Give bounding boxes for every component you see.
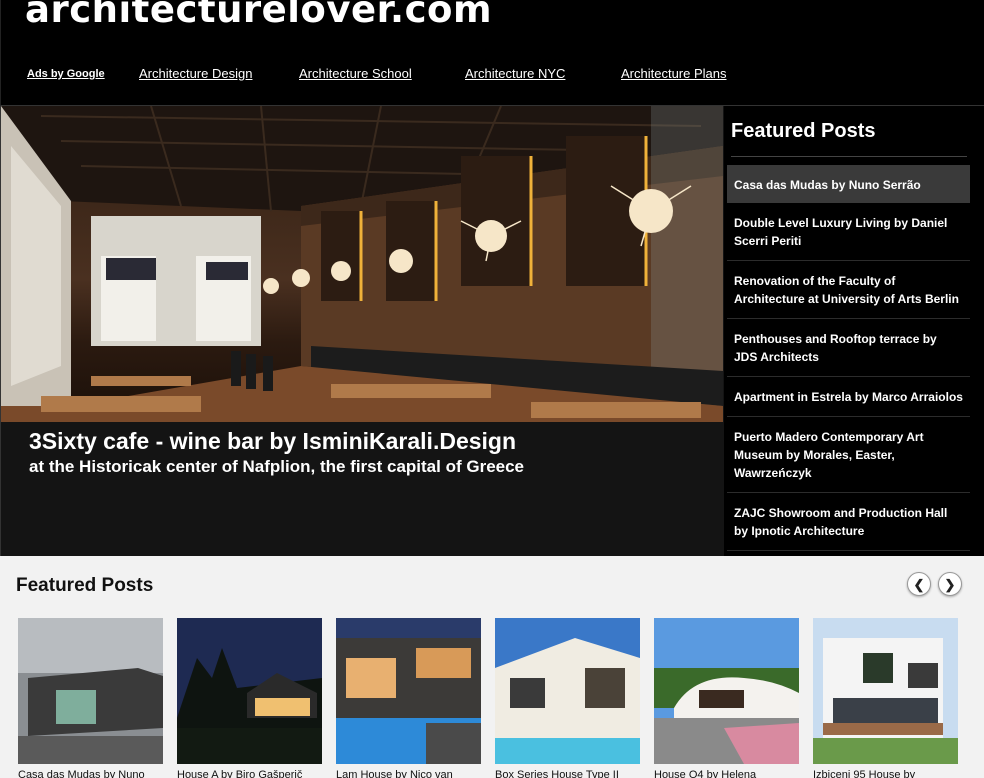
thumbnail-image[interactable] xyxy=(654,618,799,764)
sidebar-item-casa-das-mudas[interactable]: Casa das Mudas by Nuno Serrão xyxy=(727,165,970,203)
carousel-item[interactable]: House O4 by Helena xyxy=(654,618,799,778)
carousel-item[interactable]: House A by Biro Gašperič xyxy=(177,618,322,778)
carousel-heading: Featured Posts xyxy=(16,575,154,596)
sidebar-item-renovation-faculty[interactable]: Renovation of the Faculty of Architectur… xyxy=(727,261,970,319)
sidebar-item-zajc-showroom[interactable]: ZAJC Showroom and Production Hall by Ipn… xyxy=(727,493,970,551)
carousel-track: Casa das Mudas by Nuno House A by Biro G… xyxy=(18,618,978,778)
thumbnail-image[interactable] xyxy=(177,618,322,764)
sidebar-list: Casa das Mudas by Nuno Serrão Double Lev… xyxy=(724,165,970,551)
hero-title[interactable]: 3Sixty cafe - wine bar by IsminiKarali.D… xyxy=(29,428,516,455)
top-nav: Ads by Google Architecture Design Archit… xyxy=(1,66,984,84)
featured-posts-sidebar: Featured Posts Casa das Mudas by Nuno Se… xyxy=(724,106,984,556)
hero-slider[interactable]: 3Sixty cafe - wine bar by IsminiKarali.D… xyxy=(0,106,724,556)
carousel-item[interactable]: Izbiceni 95 House by xyxy=(813,618,958,778)
sidebar-item-penthouses[interactable]: Penthouses and Rooftop terrace by JDS Ar… xyxy=(727,319,970,377)
carousel-item[interactable]: Box Series House Type II xyxy=(495,618,640,778)
sidebar-item-puerto-madero[interactable]: Puerto Madero Contemporary Art Museum by… xyxy=(727,417,970,493)
nav-link-architecture-design[interactable]: Architecture Design xyxy=(139,66,252,81)
thumbnail-image[interactable] xyxy=(495,618,640,764)
thumbnail-image[interactable] xyxy=(813,618,958,764)
carousel-item-title[interactable]: Lam House by Nico van xyxy=(336,769,481,778)
carousel-item-title[interactable]: House A by Biro Gašperič xyxy=(177,769,322,778)
carousel-item-title[interactable]: Casa das Mudas by Nuno xyxy=(18,769,163,778)
nav-link-architecture-nyc[interactable]: Architecture NYC xyxy=(465,66,565,81)
thumbnail-image[interactable] xyxy=(336,618,481,764)
sidebar-item-apartment-estrela[interactable]: Apartment in Estrela by Marco Arraiolos xyxy=(727,377,970,417)
carousel-next-button[interactable]: ❯ xyxy=(938,572,962,596)
hero-subtitle: at the Historicak center of Nafplion, th… xyxy=(29,457,525,476)
nav-link-architecture-plans[interactable]: Architecture Plans xyxy=(621,66,727,81)
site-logo[interactable]: architecturelover.com xyxy=(25,0,492,31)
chevron-left-icon: ❮ xyxy=(913,576,925,592)
ads-by-google-link[interactable]: Ads by Google xyxy=(27,68,105,80)
featured-posts-carousel: Featured Posts ❮ ❯ Casa das Mudas by Nun… xyxy=(0,556,984,778)
carousel-item-title[interactable]: Box Series House Type II xyxy=(495,769,640,778)
carousel-item-title[interactable]: House O4 by Helena xyxy=(654,769,799,778)
site-header: architecturelover.com Ads by Google Arch… xyxy=(0,0,984,106)
sidebar-heading: Featured Posts xyxy=(731,120,876,142)
carousel-item[interactable]: Casa das Mudas by Nuno xyxy=(18,618,163,778)
carousel-item[interactable]: Lam House by Nico van xyxy=(336,618,481,778)
chevron-right-icon: ❯ xyxy=(944,576,956,592)
nav-link-architecture-school[interactable]: Architecture School xyxy=(299,66,412,81)
sidebar-item-double-level-luxury[interactable]: Double Level Luxury Living by Daniel Sce… xyxy=(727,203,970,261)
divider xyxy=(731,156,967,157)
hero-image[interactable] xyxy=(1,106,723,422)
thumbnail-image[interactable] xyxy=(18,618,163,764)
carousel-prev-button[interactable]: ❮ xyxy=(907,572,931,596)
carousel-item-title[interactable]: Izbiceni 95 House by xyxy=(813,769,958,778)
